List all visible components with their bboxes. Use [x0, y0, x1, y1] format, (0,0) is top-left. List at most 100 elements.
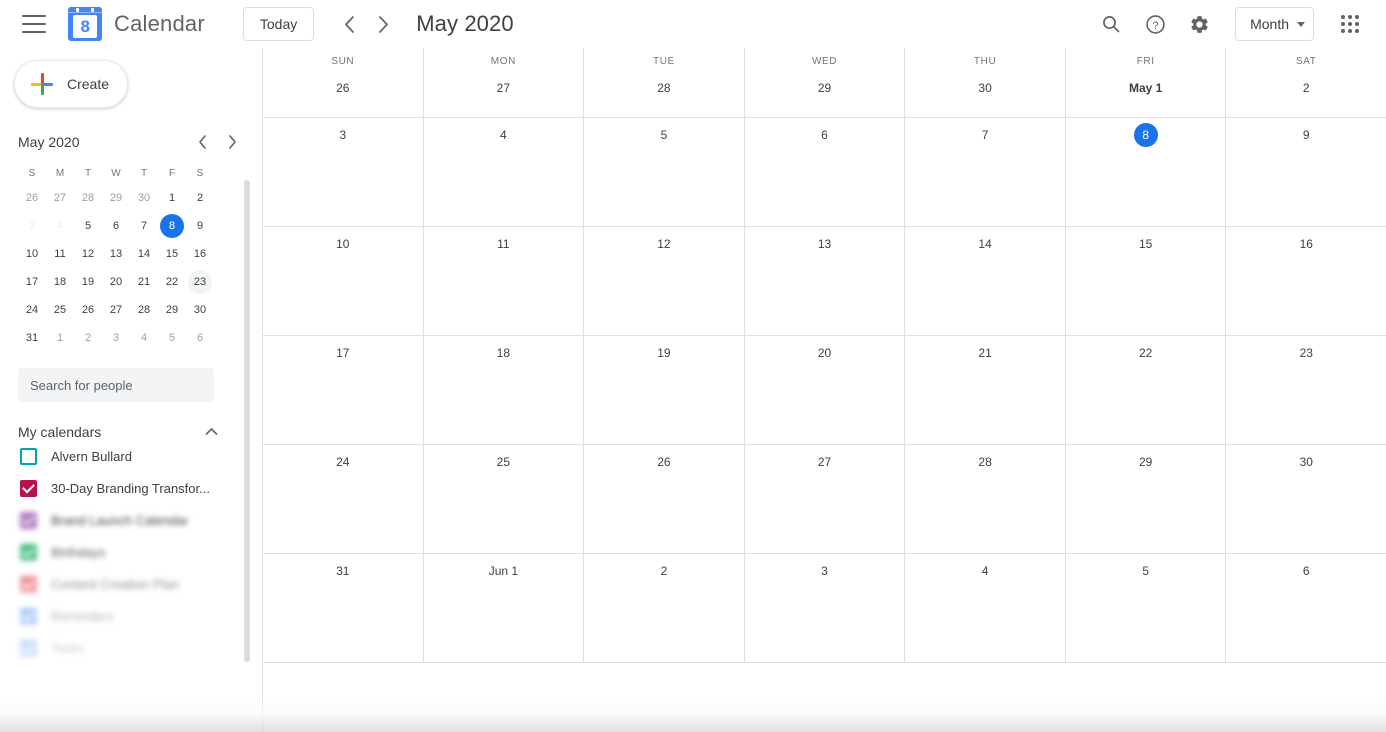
day-header-date[interactable]: 27 [424, 76, 584, 100]
day-cell[interactable]: 3 [263, 118, 424, 227]
day-cell[interactable]: 13 [744, 227, 906, 336]
mini-day-30[interactable]: 30 [186, 296, 214, 324]
day-cell-date[interactable]: 10 [263, 232, 423, 256]
day-cell-date[interactable]: 11 [424, 232, 584, 256]
day-header-mon[interactable]: MON 27 [423, 48, 585, 118]
mini-day-27[interactable]: 27 [46, 184, 74, 212]
day-header-date[interactable]: 28 [584, 76, 744, 100]
day-cell[interactable]: 22 [1065, 336, 1227, 445]
mini-day-1[interactable]: 1 [46, 324, 74, 352]
day-cell-date[interactable]: 2 [584, 559, 744, 583]
calendar-checkbox[interactable] [20, 511, 37, 529]
day-cell-date[interactable]: 13 [745, 232, 905, 256]
settings-button[interactable] [1180, 5, 1218, 43]
mini-day-3[interactable]: 3 [18, 212, 46, 240]
my-calendars-section-header[interactable]: My calendars [18, 424, 218, 440]
day-header-sat[interactable]: SAT 2 [1226, 48, 1386, 118]
day-cell-date[interactable]: 16 [1226, 232, 1386, 256]
day-cell-date[interactable]: 30 [1226, 450, 1386, 474]
mini-day-11[interactable]: 11 [46, 240, 74, 268]
day-cell[interactable]: 30 [1226, 445, 1386, 554]
calendar-checkbox[interactable] [20, 639, 37, 657]
day-cell[interactable]: 19 [584, 336, 745, 445]
calendar-list-item[interactable]: Alvern Bullard [0, 440, 262, 472]
day-header-fri[interactable]: FRI May 1 [1065, 48, 1227, 118]
previous-period-button[interactable] [332, 7, 366, 41]
day-cell-date[interactable]: 27 [745, 450, 905, 474]
day-cell-date[interactable]: 5 [1066, 559, 1226, 583]
day-cell[interactable]: 2 [584, 554, 745, 663]
mini-day-28[interactable]: 28 [130, 296, 158, 324]
calendar-checkbox[interactable] [20, 575, 37, 593]
day-cell[interactable]: 27 [744, 445, 906, 554]
mini-day-8[interactable]: 8 [158, 212, 186, 240]
sidebar-scrollbar[interactable] [243, 180, 251, 670]
mini-day-12[interactable]: 12 [74, 240, 102, 268]
day-cell-date[interactable]: 3 [263, 123, 423, 147]
day-header-date[interactable]: 26 [263, 76, 423, 100]
day-cell[interactable]: 12 [584, 227, 745, 336]
day-header-date[interactable]: 29 [745, 76, 905, 100]
calendar-list-item[interactable]: Content Creation Plan [0, 568, 262, 600]
day-cell[interactable]: 14 [905, 227, 1066, 336]
day-cell-date[interactable]: 6 [745, 123, 905, 147]
help-button[interactable]: ? [1136, 5, 1174, 43]
mini-day-16[interactable]: 16 [186, 240, 214, 268]
mini-day-5[interactable]: 5 [158, 324, 186, 352]
day-cell[interactable]: 24 [263, 445, 424, 554]
day-cell-date[interactable]: 6 [1226, 559, 1386, 583]
day-cell[interactable]: 3 [744, 554, 906, 663]
mini-day-6[interactable]: 6 [186, 324, 214, 352]
mini-day-21[interactable]: 21 [130, 268, 158, 296]
mini-day-20[interactable]: 20 [102, 268, 130, 296]
mini-day-4[interactable]: 4 [130, 324, 158, 352]
day-cell[interactable]: 4 [905, 554, 1066, 663]
day-cell-date[interactable]: 18 [424, 341, 584, 365]
day-cell-date[interactable]: 20 [745, 341, 905, 365]
mini-day-27[interactable]: 27 [102, 296, 130, 324]
mini-day-26[interactable]: 26 [18, 184, 46, 212]
mini-day-18[interactable]: 18 [46, 268, 74, 296]
day-cell[interactable]: 16 [1226, 227, 1386, 336]
mini-day-30[interactable]: 30 [130, 184, 158, 212]
day-cell-date[interactable]: 12 [584, 232, 744, 256]
day-header-wed[interactable]: WED 29 [744, 48, 906, 118]
day-cell[interactable]: 17 [263, 336, 424, 445]
day-cell-date[interactable]: 3 [745, 559, 905, 583]
calendar-list-item[interactable]: 30-Day Branding Transfor... [0, 472, 262, 504]
mini-day-5[interactable]: 5 [74, 212, 102, 240]
calendar-checkbox[interactable] [20, 447, 37, 465]
mini-day-15[interactable]: 15 [158, 240, 186, 268]
day-cell[interactable]: 10 [263, 227, 424, 336]
view-selector[interactable]: Month [1235, 7, 1314, 41]
calendar-list-item[interactable]: Birthdays [0, 536, 262, 568]
mini-day-13[interactable]: 13 [102, 240, 130, 268]
mini-day-17[interactable]: 17 [18, 268, 46, 296]
day-cell[interactable]: 25 [423, 445, 585, 554]
day-cell-date[interactable]: 19 [584, 341, 744, 365]
chevron-up-icon[interactable] [205, 425, 218, 439]
mini-day-29[interactable]: 29 [158, 296, 186, 324]
search-button[interactable] [1092, 5, 1130, 43]
day-cell[interactable]: 20 [744, 336, 906, 445]
next-period-button[interactable] [366, 7, 400, 41]
day-cell-date[interactable]: 5 [584, 123, 744, 147]
day-cell-date[interactable]: 25 [424, 450, 584, 474]
day-cell[interactable]: 18 [423, 336, 585, 445]
day-header-date[interactable]: 30 [905, 76, 1065, 100]
day-header-date[interactable]: 2 [1226, 76, 1386, 100]
day-cell-date[interactable]: 31 [263, 559, 423, 583]
mini-day-2[interactable]: 2 [74, 324, 102, 352]
calendar-checkbox[interactable] [20, 543, 37, 561]
mini-prev-month-button[interactable] [190, 130, 214, 154]
day-cell-date[interactable]: 26 [584, 450, 744, 474]
day-cell-date[interactable]: 9 [1226, 123, 1386, 147]
day-cell[interactable]: 11 [423, 227, 585, 336]
mini-day-10[interactable]: 10 [18, 240, 46, 268]
day-cell-date[interactable]: 4 [905, 559, 1065, 583]
day-cell[interactable]: 9 [1226, 118, 1386, 227]
mini-day-2[interactable]: 2 [186, 184, 214, 212]
day-cell-date[interactable]: 14 [905, 232, 1065, 256]
day-cell[interactable]: 5 [1065, 554, 1227, 663]
day-cell[interactable]: 28 [905, 445, 1066, 554]
